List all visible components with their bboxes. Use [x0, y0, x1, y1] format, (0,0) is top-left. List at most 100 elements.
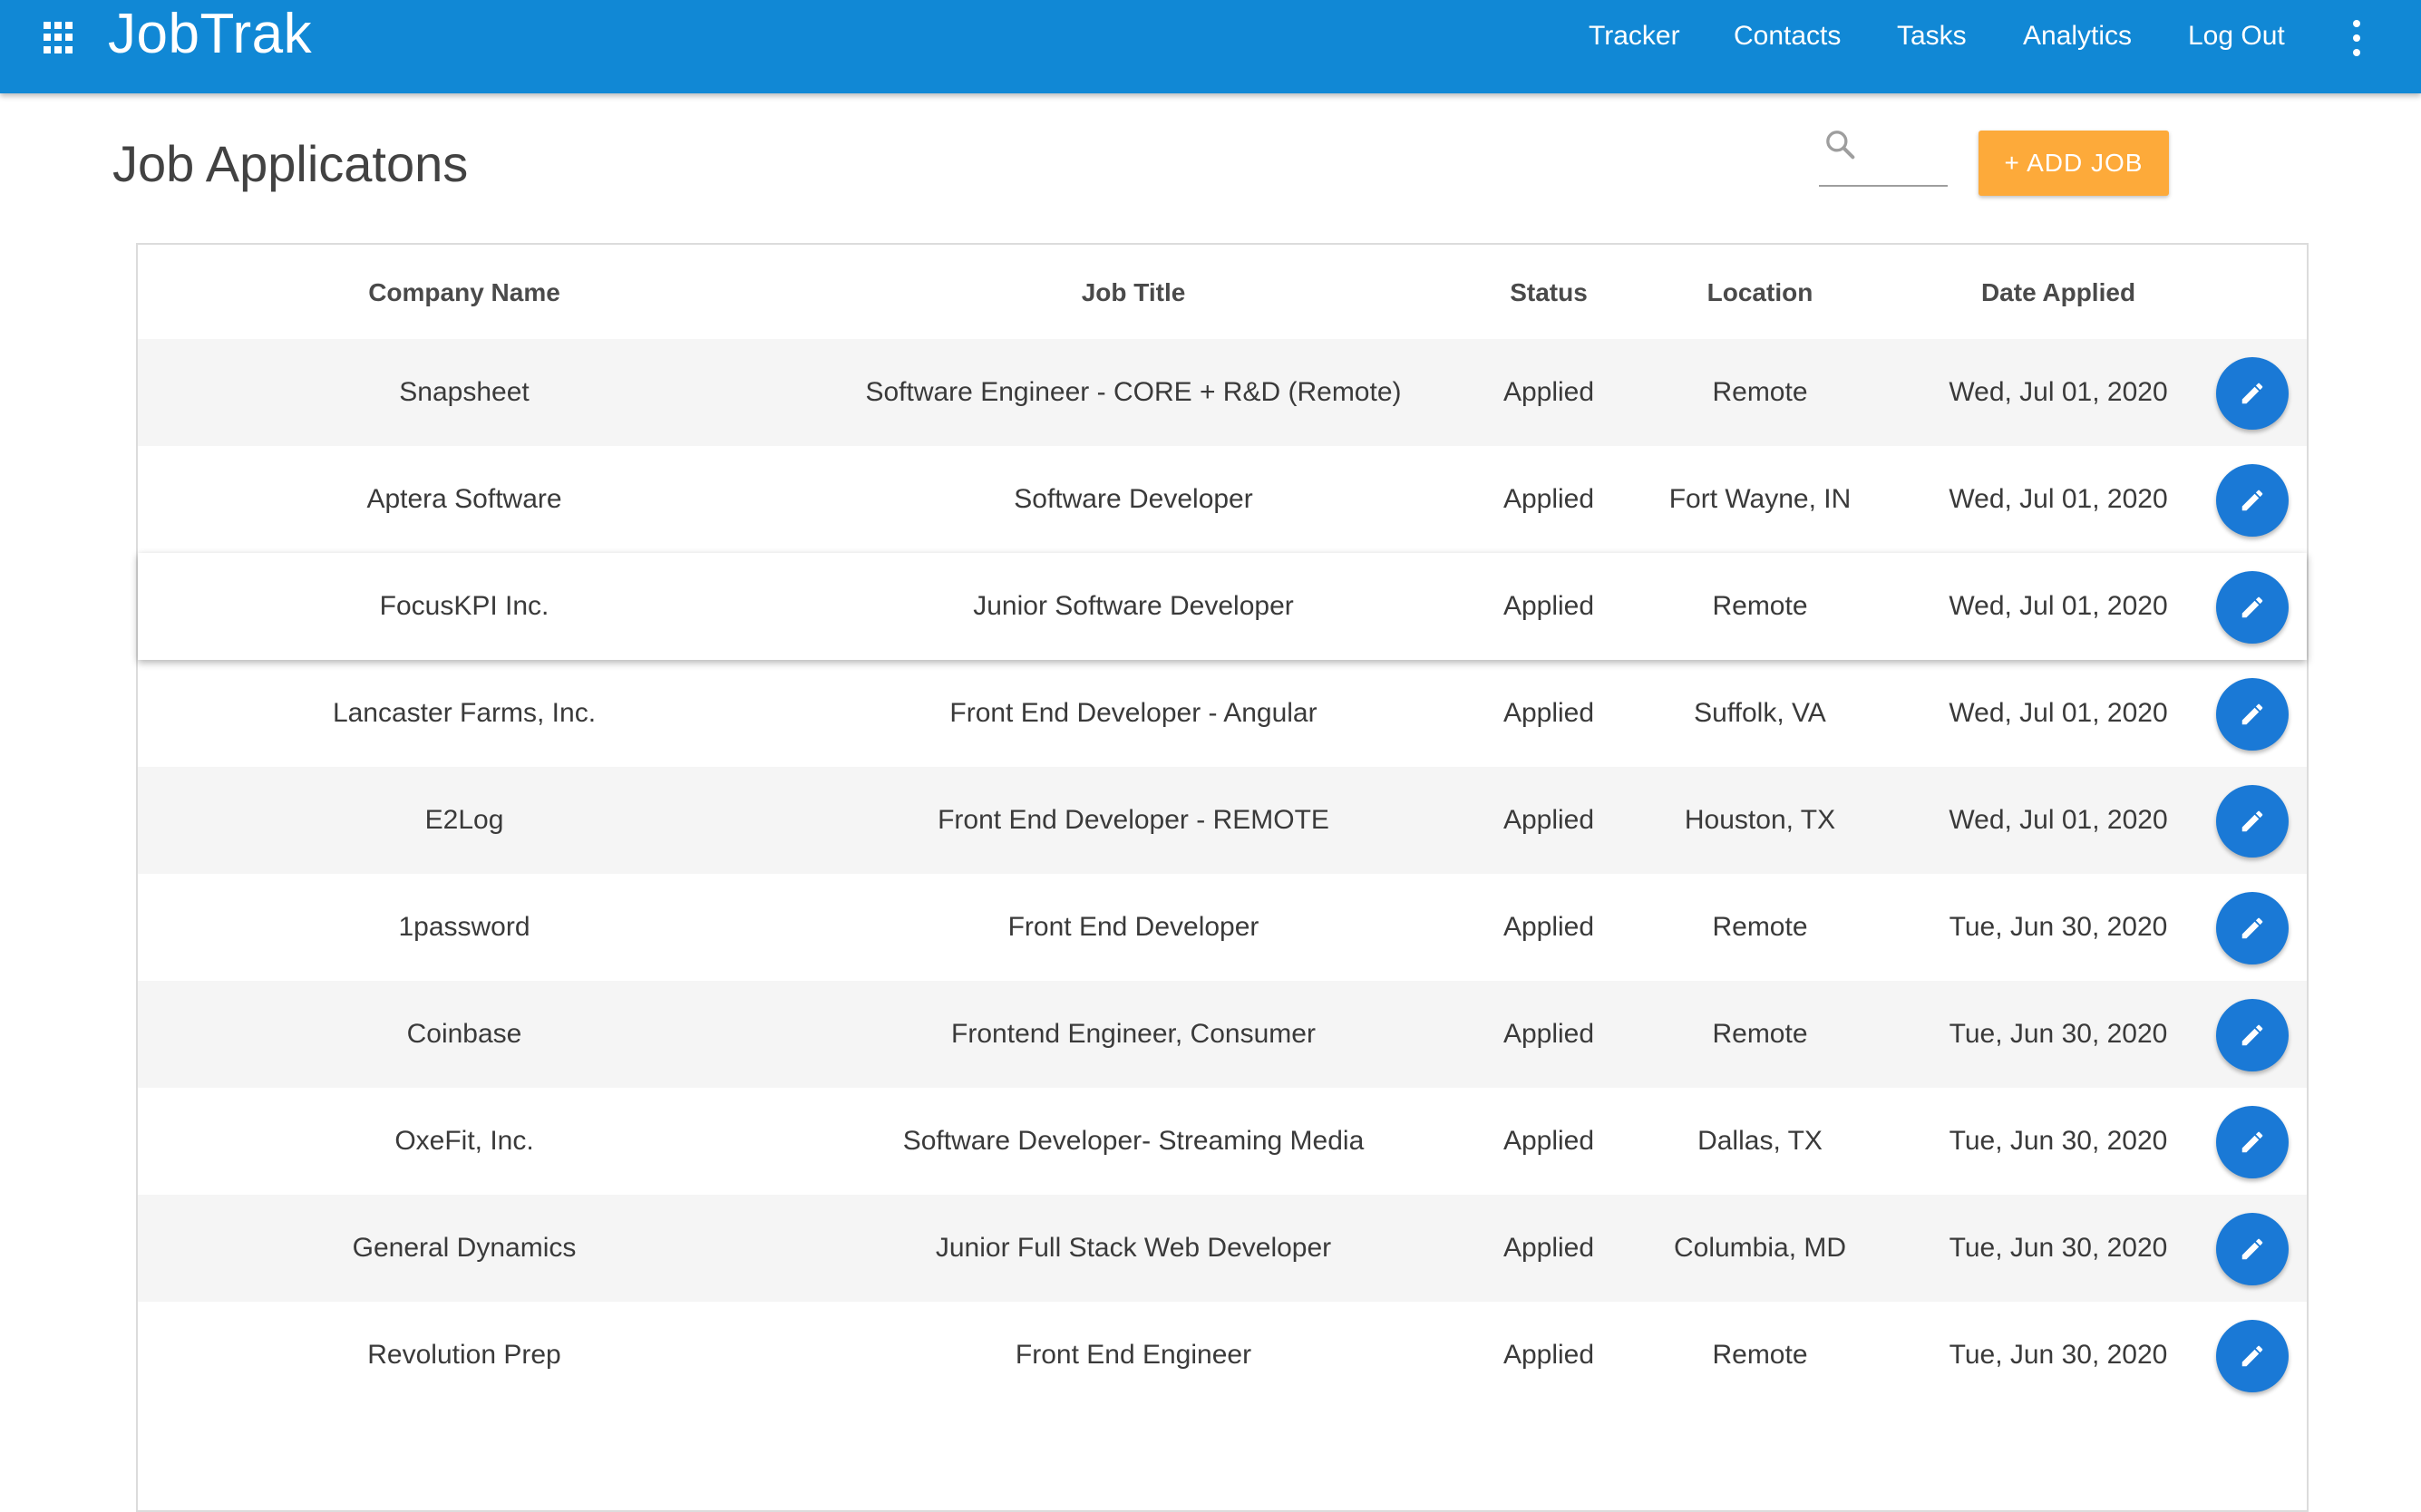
job-title-cell: Front End Developer - REMOTE: [938, 805, 1329, 835]
date-applied-cell: Tue, Jun 30, 2020: [1949, 1019, 2168, 1049]
date-applied-cell: Wed, Jul 01, 2020: [1949, 698, 2168, 728]
company-cell: General Dynamics: [352, 1233, 577, 1263]
date-applied-cell: Tue, Jun 30, 2020: [1949, 912, 2168, 942]
nav-analytics[interactable]: Analytics: [2023, 0, 2132, 73]
company-cell: Coinbase: [406, 1019, 522, 1049]
page-title: Job Applicatons: [112, 135, 469, 192]
job-title-cell: Junior Software Developer: [973, 591, 1294, 621]
brand-logo[interactable]: JobTrak: [108, 0, 312, 73]
pencil-icon: [2241, 383, 2263, 404]
pencil-icon: [2241, 917, 2263, 939]
status-cell: Applied: [1502, 1019, 1595, 1049]
table-row[interactable]: OxeFit, Inc. Software Developer- Streamin…: [138, 1088, 2307, 1195]
status-cell: Applied: [1502, 912, 1595, 942]
table-row[interactable]: 1password Front End Developer Applied Remot…: [138, 874, 2307, 981]
location-cell: Houston, TX: [1684, 805, 1836, 835]
table-row[interactable]: Lancaster Farms, Inc. Front End Developer…: [138, 660, 2307, 767]
job-title-cell: Front End Developer: [1007, 912, 1259, 942]
edit-button[interactable]: [2216, 999, 2289, 1071]
status-cell: Applied: [1502, 591, 1595, 621]
table-header: Company Name Job Title Status Location D…: [138, 245, 2307, 339]
status-cell: Applied: [1502, 805, 1595, 835]
column-header-company[interactable]: Company Name: [138, 245, 791, 339]
more-vert-icon[interactable]: [2345, 20, 2368, 56]
pencil-icon: [2241, 1024, 2263, 1046]
job-title-cell: Frontend Engineer, Consumer: [951, 1019, 1316, 1049]
table-row[interactable]: FocusKPI Inc. Junior Software Developer Ap…: [138, 553, 2307, 660]
nav-contacts[interactable]: Contacts: [1734, 0, 1841, 73]
date-applied-cell: Tue, Jun 30, 2020: [1949, 1126, 2168, 1156]
edit-button[interactable]: [2216, 678, 2289, 751]
job-title-cell: Front End Developer - Angular: [949, 698, 1317, 728]
edit-button[interactable]: [2216, 1213, 2289, 1285]
table-row[interactable]: Coinbase Frontend Engineer, Consumer Appli…: [138, 981, 2307, 1088]
edit-button[interactable]: [2216, 785, 2289, 858]
job-title-cell: Front End Engineer: [1015, 1340, 1252, 1370]
location-cell: Columbia, MD: [1673, 1233, 1847, 1263]
nav-tasks[interactable]: Tasks: [1897, 0, 1967, 73]
search-icon: [1826, 131, 1855, 160]
table-row[interactable]: Revolution Prep Front End Engineer Applied…: [138, 1302, 2307, 1409]
company-cell: 1password: [398, 912, 530, 942]
table-row[interactable]: Snapsheet Software Engineer - CORE + R&D …: [138, 339, 2307, 446]
location-cell: Fort Wayne, IN: [1668, 484, 1852, 514]
table-row[interactable]: General Dynamics Junior Full Stack Web De…: [138, 1195, 2307, 1302]
edit-button[interactable]: [2216, 892, 2289, 964]
status-cell: Applied: [1502, 377, 1595, 407]
pencil-icon: [2241, 1238, 2263, 1260]
date-applied-cell: Tue, Jun 30, 2020: [1949, 1340, 2168, 1370]
job-title-cell: Software Developer: [1014, 484, 1253, 514]
search-input[interactable]: [1862, 129, 1944, 169]
table-body: Snapsheet Software Engineer - CORE + R&D …: [138, 339, 2307, 1409]
table-row[interactable]: Aptera Software Software Developer Applied…: [138, 446, 2307, 553]
date-applied-cell: Tue, Jun 30, 2020: [1949, 1233, 2168, 1263]
edit-button[interactable]: [2216, 1106, 2289, 1178]
job-applications-table: Company Name Job Title Status Location D…: [136, 243, 2309, 1512]
company-cell: Snapsheet: [399, 377, 530, 407]
status-cell: Applied: [1502, 1126, 1595, 1156]
edit-button[interactable]: [2216, 1320, 2289, 1392]
nav-log-out[interactable]: Log Out: [2188, 0, 2285, 73]
edit-button[interactable]: [2216, 357, 2289, 430]
status-cell: Applied: [1502, 698, 1595, 728]
location-cell: Remote: [1712, 912, 1808, 942]
job-title-cell: Software Engineer - CORE + R&D (Remote): [865, 377, 1402, 407]
column-header-status[interactable]: Status: [1476, 245, 1621, 339]
location-cell: Remote: [1712, 377, 1808, 407]
table-row[interactable]: E2Log Front End Developer - REMOTE Applied…: [138, 767, 2307, 874]
nav-tracker[interactable]: Tracker: [1589, 0, 1680, 73]
date-applied-cell: Wed, Jul 01, 2020: [1949, 591, 2168, 621]
date-applied-cell: Wed, Jul 01, 2020: [1949, 377, 2168, 407]
date-applied-cell: Wed, Jul 01, 2020: [1949, 484, 2168, 514]
add-job-button[interactable]: + ADD JOB: [1979, 131, 2169, 196]
location-cell: Suffolk, VA: [1694, 698, 1826, 728]
pencil-icon: [2241, 489, 2263, 511]
apps-grid-icon[interactable]: [44, 22, 76, 54]
status-cell: Applied: [1502, 1340, 1595, 1370]
location-cell: Remote: [1712, 1019, 1808, 1049]
location-cell: Remote: [1712, 591, 1808, 621]
pencil-icon: [2241, 596, 2263, 618]
app-bar: JobTrak Tracker Contacts Tasks Analytics…: [0, 0, 2421, 93]
pencil-icon: [2241, 1131, 2263, 1153]
company-cell: FocusKPI Inc.: [379, 591, 549, 621]
column-header-date-applied[interactable]: Date Applied: [1899, 245, 2218, 339]
company-cell: OxeFit, Inc.: [394, 1126, 534, 1156]
date-applied-cell: Wed, Jul 01, 2020: [1949, 805, 2168, 835]
pencil-icon: [2241, 1345, 2263, 1367]
location-cell: Dallas, TX: [1697, 1126, 1823, 1156]
location-cell: Remote: [1712, 1340, 1808, 1370]
edit-button[interactable]: [2216, 571, 2289, 644]
company-cell: E2Log: [424, 805, 504, 835]
company-cell: Lancaster Farms, Inc.: [332, 698, 597, 728]
column-header-location[interactable]: Location: [1621, 245, 1899, 339]
edit-button[interactable]: [2216, 464, 2289, 537]
pencil-icon: [2241, 703, 2263, 725]
pencil-icon: [2241, 810, 2263, 832]
job-title-cell: Junior Full Stack Web Developer: [935, 1233, 1332, 1263]
status-cell: Applied: [1502, 1233, 1595, 1263]
column-header-job-title[interactable]: Job Title: [791, 245, 1476, 339]
search-field[interactable]: [1819, 120, 1948, 187]
company-cell: Revolution Prep: [367, 1340, 561, 1370]
company-cell: Aptera Software: [366, 484, 562, 514]
